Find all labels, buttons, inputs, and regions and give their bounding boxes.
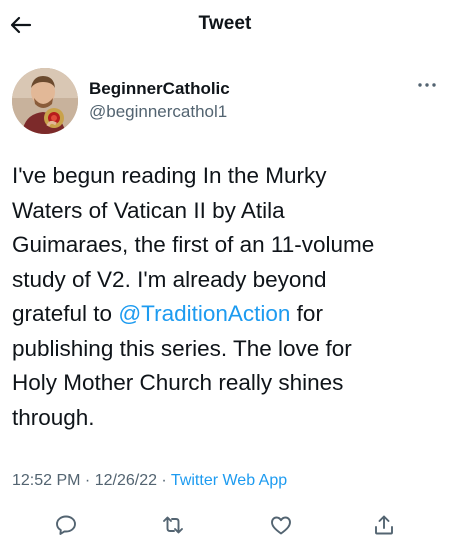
tweet-time[interactable]: 12:52 PM [12, 472, 80, 489]
tweet-date[interactable]: 12/26/22 [95, 472, 157, 489]
meta-separator: · [156, 472, 171, 489]
tweet-text-segment: grateful to [12, 301, 119, 326]
tweet-line: grateful to @TraditionAction for [12, 297, 442, 332]
tweet-line: Holy Mother Church really shines [12, 370, 344, 395]
reply-button[interactable] [51, 510, 81, 540]
author-handle[interactable]: @beginnercathol1 [89, 102, 227, 122]
tweet-line: through. [12, 404, 95, 430]
tweet-line: I've begun reading In the Murky [12, 163, 327, 188]
action-bar [0, 506, 450, 542]
retweet-icon [163, 516, 183, 534]
reply-icon [56, 515, 76, 535]
tweet-text-segment: for [290, 301, 323, 326]
tweet-author: BeginnerCatholic @beginnercathol1 [12, 68, 438, 134]
page-title: Tweet [198, 13, 252, 34]
meta-separator: · [80, 472, 95, 489]
heart-icon [271, 516, 291, 535]
tweet-text: I've begun reading In the Murky Waters o… [12, 159, 442, 435]
retweet-button[interactable] [158, 510, 188, 540]
tweet-line: Waters of Vatican II by Atila [12, 197, 285, 223]
share-button[interactable] [369, 510, 399, 540]
tweet-line: Guimaraes, the first of an 11-volume [12, 232, 375, 257]
share-icon [375, 515, 393, 535]
tweet-line: publishing this series. The love for [12, 335, 352, 361]
tweet-source-link[interactable]: Twitter Web App [171, 472, 287, 489]
mention-link[interactable]: @TraditionAction [118, 301, 290, 326]
tweet-line: study of V2. I'm already beyond [12, 266, 327, 292]
tweet-meta: 12:52 PM · 12/26/22 · Twitter Web App [12, 472, 287, 490]
more-horizontal-icon [418, 83, 436, 87]
avatar[interactable] [12, 68, 78, 134]
author-name[interactable]: BeginnerCatholic [89, 79, 230, 99]
more-options-button[interactable] [416, 78, 438, 92]
top-bar: Tweet [0, 0, 450, 52]
like-button[interactable] [266, 510, 296, 540]
avatar-image [12, 68, 78, 134]
